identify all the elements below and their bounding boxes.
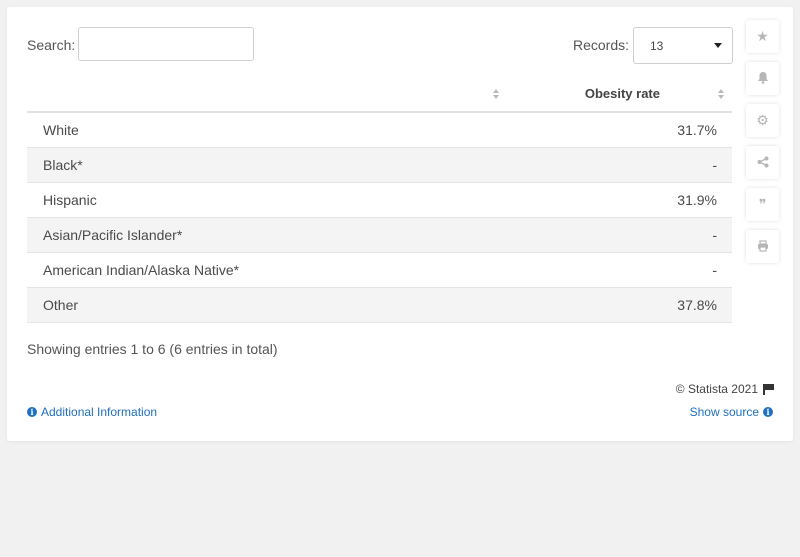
- quote-icon: ❞: [758, 196, 767, 212]
- cite-button[interactable]: ❞: [746, 188, 779, 221]
- row-obesity-rate: 31.7%: [507, 112, 732, 148]
- gear-icon: ⚙: [756, 112, 769, 128]
- row-obesity-rate: 31.9%: [507, 182, 732, 218]
- flag-icon[interactable]: [763, 383, 774, 395]
- show-source-label: Show source: [689, 405, 759, 419]
- info-icon: i: [27, 407, 37, 417]
- entries-summary: Showing entries 1 to 6 (6 entries in tot…: [27, 341, 278, 357]
- row-category: Black*: [27, 147, 507, 183]
- sort-icon: [718, 89, 726, 101]
- column-header-obesity-rate-label: Obesity rate: [584, 86, 660, 101]
- records-label: Records:: [573, 37, 630, 53]
- search-label: Search:: [27, 37, 76, 53]
- search-input[interactable]: [78, 27, 254, 61]
- show-source-link[interactable]: Show source i: [690, 405, 773, 419]
- row-obesity-rate: -: [507, 217, 732, 253]
- column-header-obesity-rate[interactable]: Obesity rate: [507, 77, 732, 113]
- copyright-text: © Statista 2021: [675, 382, 758, 396]
- sort-icon: [493, 89, 501, 101]
- print-icon: [757, 239, 769, 255]
- statistics-card: Search: Records: 13 Obesity rate White 3…: [7, 7, 793, 441]
- settings-button[interactable]: ⚙: [746, 104, 779, 137]
- row-category: Other: [27, 287, 507, 323]
- table-row: Black* -: [27, 147, 732, 183]
- bell-icon: [757, 71, 769, 87]
- action-sidebar: ★ ⚙ ❞: [746, 20, 779, 272]
- row-category: White: [27, 112, 507, 148]
- column-header-category[interactable]: [27, 77, 507, 113]
- table-row: American Indian/Alaska Native* -: [27, 252, 732, 288]
- row-obesity-rate: -: [507, 252, 732, 288]
- additional-information-label: Additional Information: [41, 405, 158, 419]
- data-table: Obesity rate White 31.7% Black* - Hispan…: [27, 77, 732, 323]
- star-icon: ★: [756, 28, 769, 44]
- favorite-button[interactable]: ★: [746, 20, 779, 53]
- row-category: American Indian/Alaska Native*: [27, 252, 507, 288]
- table-row: Other 37.8%: [27, 287, 732, 323]
- row-category: Asian/Pacific Islander*: [27, 217, 507, 253]
- share-button[interactable]: [746, 146, 779, 179]
- records-select[interactable]: 13: [633, 27, 733, 64]
- copyright: © Statista 2021: [676, 382, 774, 396]
- share-icon: [757, 155, 769, 171]
- additional-information-link[interactable]: i Additional Information: [27, 405, 157, 419]
- info-icon: i: [763, 407, 773, 417]
- row-category: Hispanic: [27, 182, 507, 218]
- row-obesity-rate: -: [507, 147, 732, 183]
- caret-down-icon: [714, 43, 722, 48]
- table-header-row: Obesity rate: [27, 77, 732, 113]
- records-value: 13: [650, 39, 664, 53]
- notification-button[interactable]: [746, 62, 779, 95]
- table-row: Asian/Pacific Islander* -: [27, 217, 732, 253]
- row-obesity-rate: 37.8%: [507, 287, 732, 323]
- table-row: Hispanic 31.9%: [27, 182, 732, 218]
- print-button[interactable]: [746, 230, 779, 263]
- table-row: White 31.7%: [27, 112, 732, 148]
